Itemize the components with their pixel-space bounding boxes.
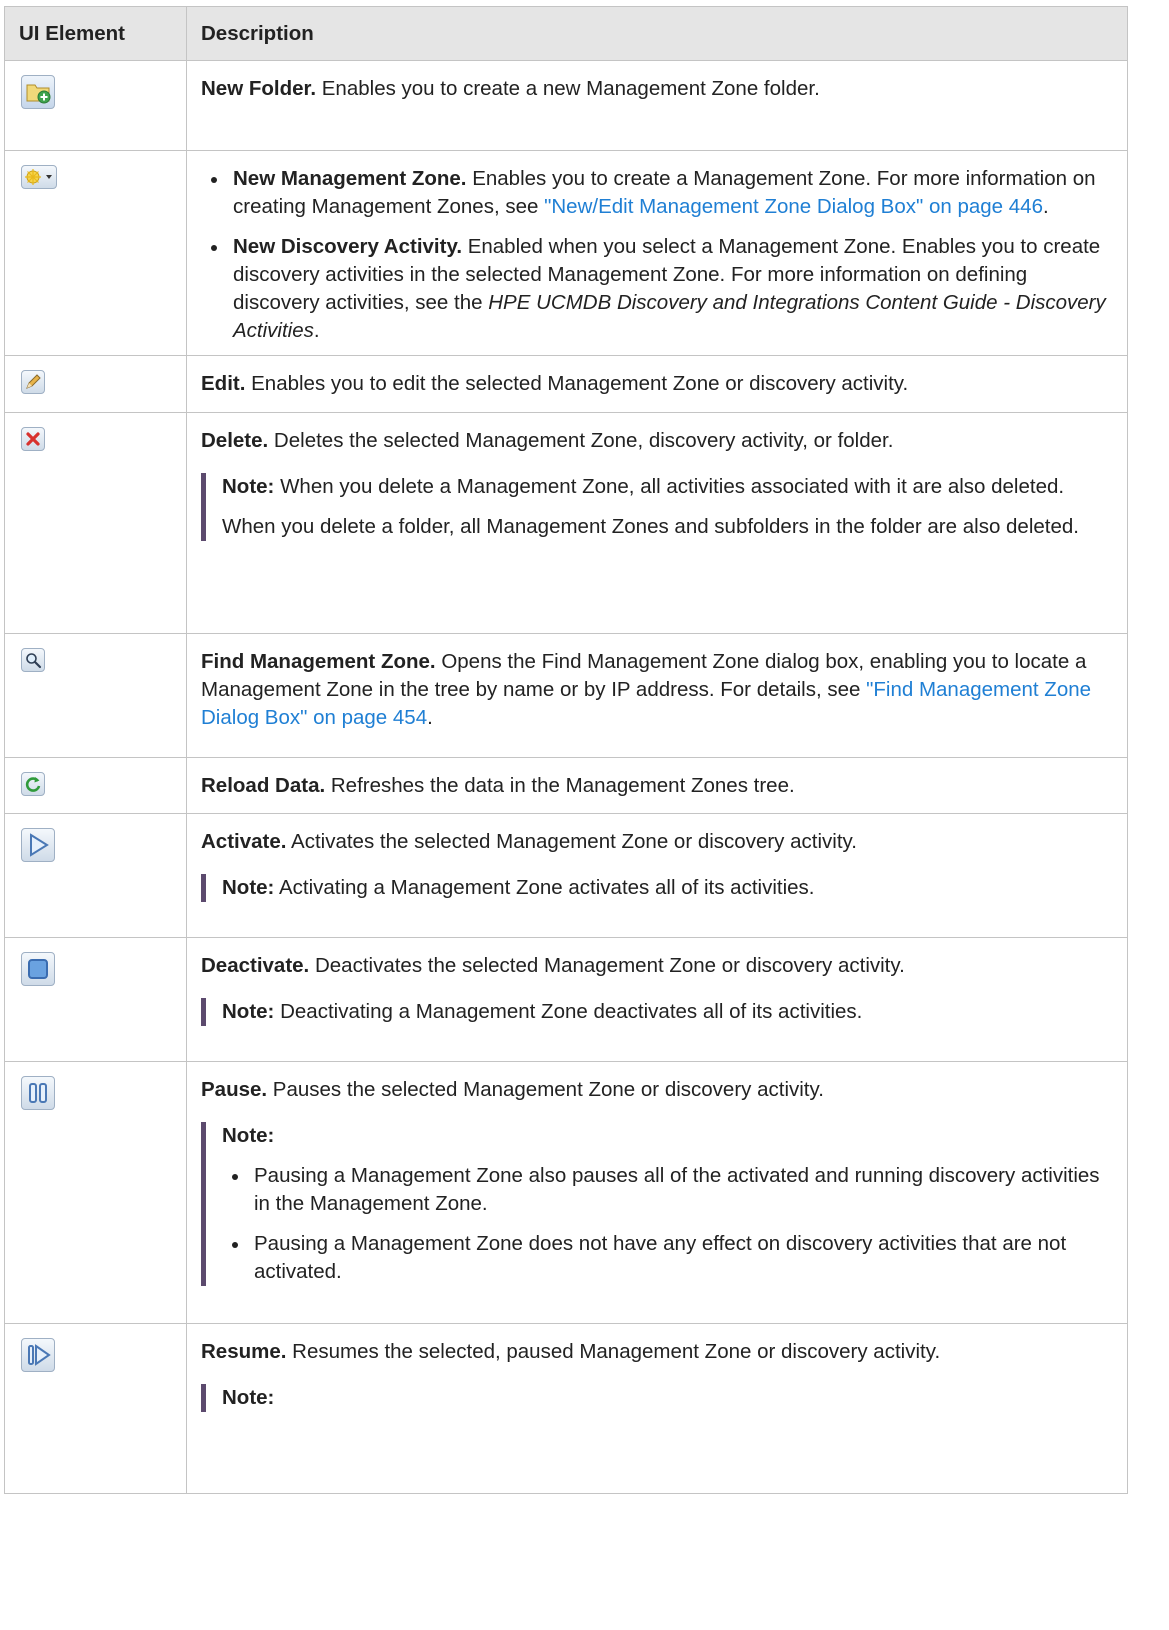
ui-element-cell (4, 633, 187, 758)
table-row: Deactivate. Deactivates the selected Man… (4, 937, 1128, 1062)
pause-icon[interactable] (21, 1076, 55, 1110)
list-item: New Management Zone. Enables you to crea… (201, 165, 1115, 221)
note-text: When you delete a folder, all Management… (222, 515, 1079, 538)
row-title: New Folder. (201, 77, 317, 100)
description-cell: Edit. Enables you to edit the selected M… (186, 355, 1128, 413)
note-label: Note: (222, 1000, 275, 1023)
stop-icon[interactable] (21, 952, 55, 986)
description-cell: New Folder. Enables you to create a new … (186, 60, 1128, 151)
description-cell: Reload Data. Refreshes the data in the M… (186, 757, 1128, 814)
description-cell: Deactivate. Deactivates the selected Man… (186, 937, 1128, 1062)
row-title: Edit. (201, 372, 246, 395)
note-text: Deactivating a Management Zone deactivat… (274, 1000, 863, 1023)
magnifier-icon[interactable] (21, 648, 45, 672)
description-cell: Activate. Activates the selected Managem… (186, 813, 1128, 938)
ui-element-cell (4, 60, 187, 151)
list-item: New Discovery Activity. Enabled when you… (201, 233, 1115, 345)
list-item: Pausing a Management Zone also pauses al… (222, 1162, 1115, 1218)
description-cell: Resume. Resumes the selected, paused Man… (186, 1323, 1128, 1494)
note-block: Note: Activating a Management Zone activ… (201, 874, 1115, 902)
row-title: Pause. (201, 1078, 268, 1101)
row-text: Activates the selected Management Zone o… (286, 830, 857, 853)
row-text: Pauses the selected Management Zone or d… (267, 1078, 824, 1101)
ui-elements-table: UI Element Description New Folder. Enabl… (4, 6, 1128, 1494)
description-cell: Find Management Zone. Opens the Find Man… (186, 633, 1128, 758)
table-row: Edit. Enables you to edit the selected M… (4, 355, 1128, 413)
play-icon[interactable] (21, 828, 55, 862)
note-label: Note: (222, 475, 275, 498)
row-title: New Management Zone. (233, 167, 467, 190)
ui-element-cell (4, 412, 187, 634)
ui-element-cell (4, 1061, 187, 1324)
row-title: New Discovery Activity. (233, 235, 463, 258)
row-text: Refreshes the data in the Management Zon… (325, 774, 795, 797)
period: . (1042, 195, 1049, 218)
ui-element-cell (4, 355, 187, 413)
ui-element-cell (4, 150, 187, 356)
row-text: Deletes the selected Management Zone, di… (268, 429, 894, 452)
list-item: Pausing a Management Zone does not have … (222, 1230, 1115, 1286)
new-folder-icon[interactable] (21, 75, 55, 109)
row-text: Enables you to edit the selected Managem… (245, 372, 909, 395)
note-block: Note: When you delete a Management Zone,… (201, 473, 1115, 541)
description-cell: Delete. Deletes the selected Management … (186, 412, 1128, 634)
new-edit-zone-link[interactable]: "New/Edit Management Zone Dialog Box" on… (544, 195, 1043, 218)
note-text: When you delete a Management Zone, all a… (274, 475, 1065, 498)
reload-icon[interactable] (21, 772, 45, 796)
table-row: Delete. Deletes the selected Management … (4, 412, 1128, 634)
header-description: Description (186, 6, 1128, 61)
resume-icon[interactable] (21, 1338, 55, 1372)
note-block: Note: Pausing a Management Zone also pau… (201, 1122, 1115, 1286)
note-block: Note: (201, 1384, 1115, 1412)
row-text: Deactivates the selected Management Zone… (309, 954, 905, 977)
period: . (427, 706, 433, 729)
description-cell: Pause. Pauses the selected Management Zo… (186, 1061, 1128, 1324)
note-label: Note: (222, 1124, 275, 1147)
row-title: Delete. (201, 429, 269, 452)
ui-element-cell (4, 937, 187, 1062)
table-row: Activate. Activates the selected Managem… (4, 813, 1128, 938)
note-list: Pausing a Management Zone also pauses al… (222, 1162, 1115, 1286)
edit-pencil-icon[interactable] (21, 370, 45, 394)
row-title: Activate. (201, 830, 287, 853)
row-title: Resume. (201, 1340, 287, 1363)
new-dropdown-icon[interactable] (21, 165, 57, 189)
row-title: Reload Data. (201, 774, 326, 797)
note-label: Note: (222, 876, 275, 899)
row-title: Deactivate. (201, 954, 310, 977)
note-text: Activating a Management Zone activates a… (274, 876, 815, 899)
table-row: Reload Data. Refreshes the data in the M… (4, 757, 1128, 814)
note-label: Note: (222, 1386, 275, 1409)
ui-element-cell (4, 757, 187, 814)
table-row: New Management Zone. Enables you to crea… (4, 150, 1128, 356)
row-text: Enables you to create a new Management Z… (316, 77, 820, 100)
table-header-row: UI Element Description (4, 6, 1128, 61)
description-cell: New Management Zone. Enables you to crea… (186, 150, 1128, 356)
period: . (313, 319, 320, 342)
new-options-list: New Management Zone. Enables you to crea… (201, 165, 1115, 345)
table-row: New Folder. Enables you to create a new … (4, 60, 1128, 151)
row-title: Find Management Zone. (201, 650, 436, 673)
row-text: Resumes the selected, paused Management … (286, 1340, 941, 1363)
ui-element-cell (4, 813, 187, 938)
header-ui-element: UI Element (4, 6, 187, 61)
table-row: Find Management Zone. Opens the Find Man… (4, 633, 1128, 758)
table-row: Pause. Pauses the selected Management Zo… (4, 1061, 1128, 1324)
note-block: Note: Deactivating a Management Zone dea… (201, 998, 1115, 1026)
table-row: Resume. Resumes the selected, paused Man… (4, 1323, 1128, 1494)
delete-x-icon[interactable] (21, 427, 45, 451)
ui-element-cell (4, 1323, 187, 1494)
